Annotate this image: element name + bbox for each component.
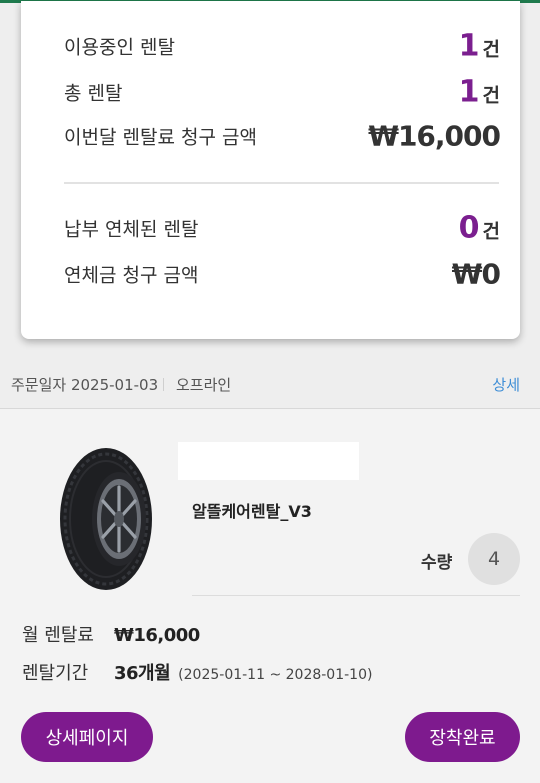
overdue-charge-amount: ₩0 [451, 257, 501, 291]
total-rentals-unit: 건 [482, 84, 500, 107]
product-name: 알뜰케어렌탈_V3 [192, 502, 312, 521]
meta-separator [163, 378, 164, 391]
summary-divider [64, 182, 499, 184]
overdue-charge-label: 연체금 청구 금액 [64, 264, 199, 287]
product-divider [192, 595, 520, 596]
overdue-rentals-label: 납부 연체된 렌탈 [64, 218, 199, 241]
overdue-rentals-value: 0 건 [459, 211, 500, 246]
active-rentals-label: 이용중인 렌탈 [64, 36, 175, 59]
order-channel: 오프라인 [176, 376, 232, 394]
total-rentals-count: 1 [458, 74, 480, 110]
summary-row-active-rentals: 이용중인 렌탈 1 건 [64, 26, 500, 66]
product-section: 알뜰케어렌탈_V3 수량 4 월 렌탈료 ₩16,000 렌탈기간 36개월 (… [0, 409, 540, 783]
summary-row-overdue-rentals: 납부 연체된 렌탈 0 건 [64, 208, 500, 248]
rental-period-line: 렌탈기간 36개월 (2025-01-11 ~ 2028-01-10) [22, 659, 372, 685]
monthly-fee-value: ₩16,000 [114, 625, 200, 646]
order-date: 주문일자 2025-01-03 [11, 376, 159, 394]
monthly-charge-label: 이번달 렌탈료 청구 금액 [64, 126, 257, 149]
summary-row-overdue-charge: 연체금 청구 금액 ₩0 [64, 254, 501, 294]
tire-icon [60, 448, 152, 590]
rental-period-range: (2025-01-11 ~ 2028-01-10) [178, 667, 373, 683]
install-complete-button[interactable]: 장착완료 [405, 712, 520, 762]
order-detail-link[interactable]: 상세 [492, 374, 520, 395]
active-rentals-count: 1 [458, 28, 480, 64]
summary-row-total-rentals: 총 렌탈 1 건 [64, 72, 500, 112]
active-rentals-unit: 건 [482, 38, 500, 61]
monthly-charge-amount: ₩16,000 [368, 119, 501, 153]
overdue-rentals-count: 0 [458, 210, 480, 246]
monthly-fee-label: 월 렌탈료 [22, 625, 94, 646]
monthly-fee-line: 월 렌탈료 ₩16,000 [22, 621, 200, 647]
total-rentals-label: 총 렌탈 [64, 82, 123, 105]
rental-period-months: 36개월 [114, 663, 171, 684]
overdue-rentals-unit: 건 [482, 220, 500, 243]
quantity-label: 수량 [421, 553, 453, 573]
detail-page-button[interactable]: 상세페이지 [21, 712, 153, 762]
monthly-charge-value-wrap: ₩16,000 [368, 119, 501, 153]
quantity-badge: 4 [468, 533, 520, 585]
rental-summary-card: 이용중인 렌탈 1 건 총 렌탈 1 건 이번달 렌탈료 청구 금액 ₩16,0… [21, 1, 520, 339]
order-meta-bar: 주문일자 2025-01-03 오프라인 상세 [0, 360, 540, 409]
product-name-placeholder [178, 442, 359, 480]
rental-period-label: 렌탈기간 [22, 663, 89, 684]
overdue-charge-value-wrap: ₩0 [451, 257, 501, 291]
active-rentals-value: 1 건 [459, 29, 500, 64]
total-rentals-value: 1 건 [459, 75, 500, 110]
summary-row-monthly-charge: 이번달 렌탈료 청구 금액 ₩16,000 [64, 116, 501, 156]
